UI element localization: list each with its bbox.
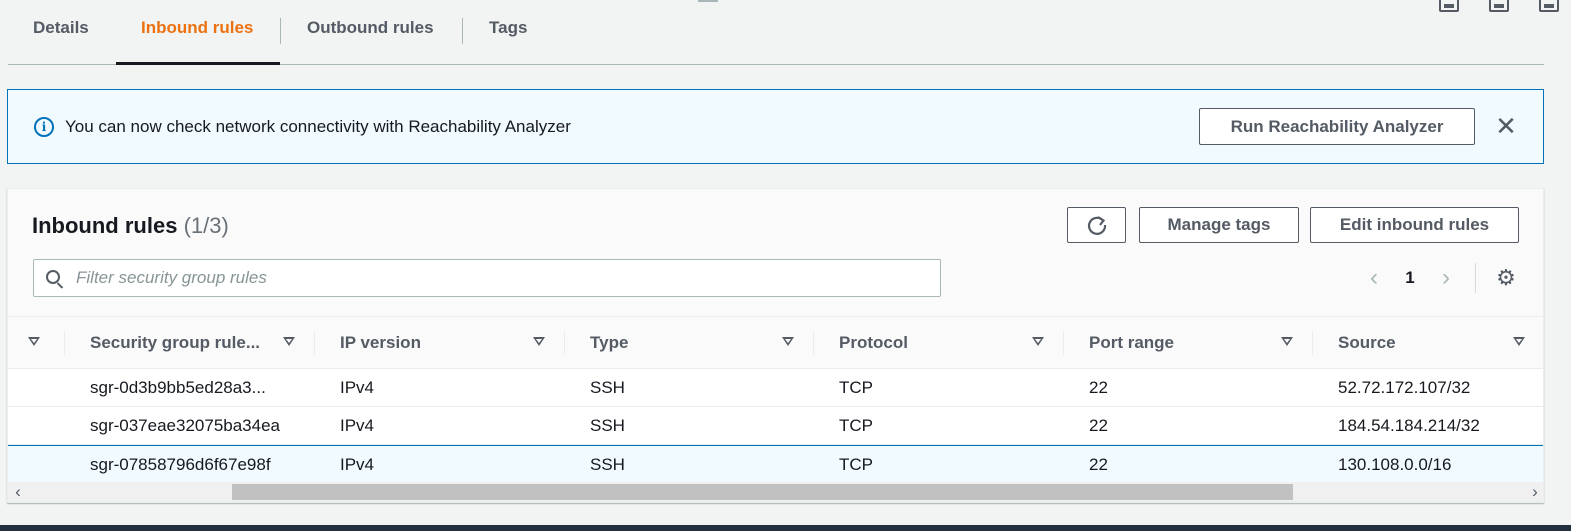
column-header-select[interactable]: [8, 317, 65, 369]
sort-icon[interactable]: [1513, 337, 1525, 346]
rule-id-cell: sgr-037eae32075ba34ea: [90, 415, 281, 435]
edit-inbound-rules-button[interactable]: Edit inbound rules: [1310, 207, 1519, 243]
rule-id-cell: sgr-0d3b9bb5ed28a3...: [90, 377, 266, 397]
scroll-right-icon[interactable]: ›: [1525, 482, 1543, 502]
chevron-left-icon[interactable]: ‹: [1363, 265, 1385, 291]
ip-version-cell: IPv4: [340, 454, 375, 474]
source-cell: 130.108.0.0/16: [1338, 454, 1452, 474]
rules-table: Security group rule... IP version Type P…: [8, 316, 1543, 483]
search-input[interactable]: [76, 260, 936, 296]
flash-message: You can now check network connectivity w…: [65, 117, 571, 136]
column-header-protocol[interactable]: Protocol: [814, 317, 1064, 369]
table-row[interactable]: sgr-0d3b9bb5ed28a3... IPv4 SSH TCP 22 52…: [8, 369, 1543, 407]
ip-version-cell: IPv4: [340, 415, 375, 435]
panel-title: Inbound rules (1/3): [32, 213, 229, 239]
tab-details[interactable]: Details: [8, 0, 116, 64]
type-cell: SSH: [590, 377, 625, 397]
pagination: ‹ 1 ›: [1363, 265, 1457, 291]
table-header: Security group rule... IP version Type P…: [8, 316, 1543, 369]
tab-bar: Details Inbound rules Outbound rules Tag…: [8, 0, 1544, 65]
refresh-icon: [1087, 216, 1106, 235]
rule-count: (1/3): [183, 213, 229, 238]
tab-outbound-rules[interactable]: Outbound rules: [281, 0, 462, 64]
sort-icon[interactable]: [1281, 337, 1293, 346]
search-icon: [46, 270, 60, 284]
port-range-cell: 22: [1089, 454, 1108, 474]
refresh-button[interactable]: [1067, 207, 1126, 243]
run-reachability-analyzer-button[interactable]: Run Reachability Analyzer: [1199, 108, 1475, 145]
page-number[interactable]: 1: [1385, 268, 1435, 288]
sort-icon[interactable]: [1032, 337, 1044, 346]
protocol-cell: TCP: [839, 377, 873, 397]
type-cell: SSH: [590, 454, 625, 474]
search-box: [33, 259, 941, 297]
column-header-ip-version[interactable]: IP version: [315, 317, 565, 369]
protocol-cell: TCP: [839, 454, 873, 474]
ip-version-cell: IPv4: [340, 377, 375, 397]
row-select-cell[interactable]: [8, 407, 65, 444]
table-row[interactable]: sgr-037eae32075ba34ea IPv4 SSH TCP 22 18…: [8, 407, 1543, 445]
chevron-right-icon[interactable]: ›: [1435, 265, 1457, 291]
horizontal-scrollbar[interactable]: ‹ ›: [8, 482, 1543, 502]
panel-title-text: Inbound rules: [32, 213, 178, 238]
manage-tags-button[interactable]: Manage tags: [1139, 207, 1299, 243]
gear-icon[interactable]: ⚙: [1495, 267, 1517, 289]
sort-icon[interactable]: [533, 337, 545, 346]
column-header-rule-id[interactable]: Security group rule...: [65, 317, 315, 369]
port-range-cell: 22: [1089, 415, 1108, 435]
column-header-type[interactable]: Type: [565, 317, 814, 369]
rule-id-cell: sgr-07858796d6f67e98f: [90, 454, 271, 474]
scrollbar-thumb[interactable]: [232, 484, 1293, 500]
tab-inbound-rules[interactable]: Inbound rules: [116, 0, 280, 65]
type-cell: SSH: [590, 415, 625, 435]
info-flashbar: i You can now check network connectivity…: [7, 89, 1544, 164]
column-header-source[interactable]: Source: [1313, 317, 1543, 369]
footer-bar: [0, 525, 1571, 531]
inbound-rules-panel: Inbound rules (1/3) Manage tags Edit inb…: [7, 188, 1544, 503]
sort-icon[interactable]: [283, 337, 295, 346]
table-row-selected[interactable]: sgr-07858796d6f67e98f IPv4 SSH TCP 22 13…: [8, 445, 1543, 483]
source-cell: 184.54.184.214/32: [1338, 415, 1480, 435]
protocol-cell: TCP: [839, 415, 873, 435]
port-range-cell: 22: [1089, 377, 1108, 397]
sort-icon[interactable]: [782, 337, 794, 346]
row-select-cell[interactable]: [8, 446, 65, 483]
scroll-left-icon[interactable]: ‹: [8, 482, 28, 502]
sort-icon[interactable]: [28, 337, 40, 346]
column-header-port-range[interactable]: Port range: [1064, 317, 1313, 369]
row-select-cell[interactable]: [8, 369, 65, 406]
source-cell: 52.72.172.107/32: [1338, 377, 1471, 397]
tab-tags[interactable]: Tags: [463, 0, 583, 64]
divider: [1475, 263, 1476, 293]
info-icon: i: [34, 117, 54, 137]
close-icon[interactable]: ✕: [1494, 113, 1518, 139]
